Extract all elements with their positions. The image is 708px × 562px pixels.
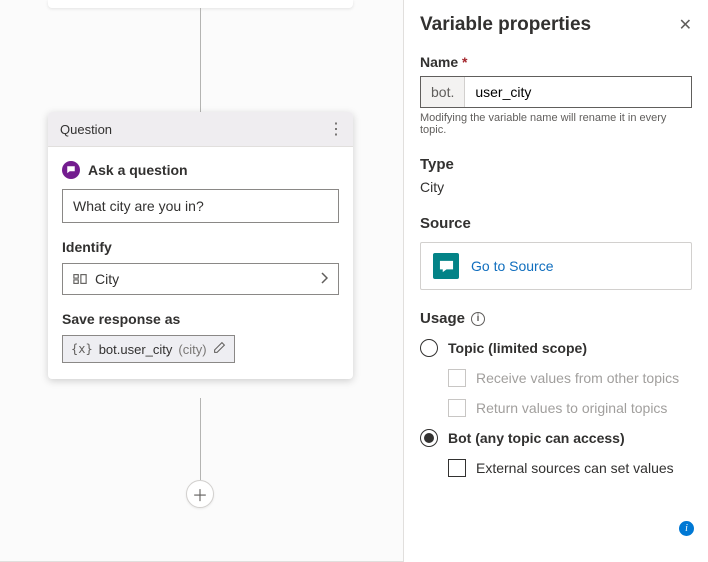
- radio-unchecked-icon: [420, 339, 438, 357]
- edit-icon[interactable]: [213, 341, 226, 357]
- name-field-label: Name *: [420, 54, 692, 70]
- usage-option-receive: Receive values from other topics: [448, 369, 692, 387]
- variable-name-field[interactable]: bot.: [420, 76, 692, 108]
- usage-option-bot[interactable]: Bot (any topic can access): [420, 429, 692, 447]
- info-icon[interactable]: i: [471, 312, 485, 326]
- more-menu-icon[interactable]: ⋮: [328, 119, 343, 139]
- ask-question-label: Ask a question: [62, 161, 339, 179]
- connector-line: [200, 8, 201, 112]
- chevron-right-icon: [320, 271, 328, 287]
- variable-icon: {x}: [71, 342, 93, 356]
- close-icon[interactable]: ✕: [679, 15, 692, 35]
- usage-option-external[interactable]: External sources can set values: [448, 459, 692, 477]
- add-node-button[interactable]: ＋: [186, 480, 214, 508]
- usage-label: Usage i: [420, 310, 692, 327]
- entity-icon: [73, 272, 87, 286]
- usage-option-return: Return values to original topics: [448, 399, 692, 417]
- checkbox-disabled-icon: [448, 399, 466, 417]
- question-icon: [62, 161, 80, 179]
- card-header: Question ⋮: [48, 112, 353, 147]
- type-label: Type: [420, 156, 692, 173]
- type-value: City: [420, 179, 692, 195]
- checkbox-disabled-icon: [448, 369, 466, 387]
- ask-question-text: Ask a question: [88, 162, 188, 178]
- panel-title: Variable properties: [420, 14, 591, 36]
- identify-entity-select[interactable]: City: [62, 263, 339, 295]
- checkbox-unchecked-icon: [448, 459, 466, 477]
- radio-checked-icon: [420, 429, 438, 447]
- name-hint: Modifying the variable name will rename …: [420, 112, 692, 136]
- identify-value: City: [95, 271, 119, 287]
- card-title: Question: [60, 122, 112, 137]
- previous-node-stub: [48, 0, 353, 8]
- save-response-label: Save response as: [62, 311, 339, 327]
- question-text-input[interactable]: What city are you in?: [62, 189, 339, 223]
- variable-chip[interactable]: {x} bot.user_city (city): [62, 335, 235, 363]
- go-to-source-button[interactable]: Go to Source: [420, 242, 692, 290]
- variable-properties-panel: Variable properties ✕ Name * bot. Modify…: [403, 0, 708, 562]
- authoring-canvas[interactable]: Question ⋮ Ask a question What city are …: [0, 0, 403, 562]
- variable-name-input[interactable]: [465, 77, 691, 107]
- topic-icon: [433, 253, 459, 279]
- connector-line: [200, 398, 201, 480]
- identify-label: Identify: [62, 239, 339, 255]
- usage-option-topic[interactable]: Topic (limited scope): [420, 339, 692, 357]
- source-link-text: Go to Source: [471, 258, 554, 274]
- question-node-card[interactable]: Question ⋮ Ask a question What city are …: [48, 112, 353, 379]
- variable-name: bot.user_city: [99, 342, 173, 357]
- variable-type: (city): [178, 342, 206, 357]
- info-badge-icon[interactable]: i: [679, 521, 694, 536]
- name-prefix: bot.: [421, 77, 465, 107]
- card-body: Ask a question What city are you in? Ide…: [48, 147, 353, 379]
- source-label: Source: [420, 215, 692, 232]
